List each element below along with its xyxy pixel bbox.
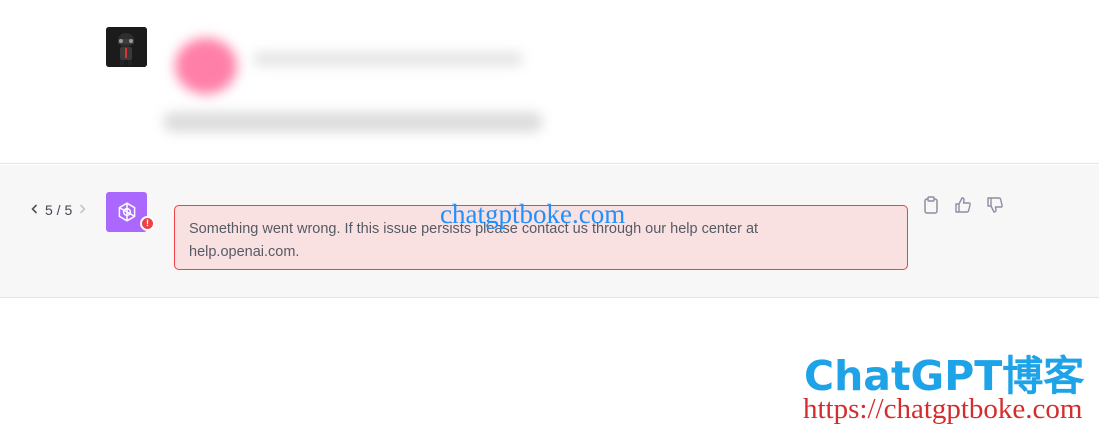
- blurred-user-message: [153, 24, 573, 149]
- blurred-text-line: [253, 52, 523, 66]
- pager-label: 5 / 5: [45, 202, 73, 218]
- clipboard-icon[interactable]: [921, 195, 941, 215]
- watermark-url: https://chatgptboke.com: [803, 393, 1083, 425]
- watermark-center: chatgptboke.com: [440, 199, 626, 229]
- blurred-image: [175, 38, 237, 94]
- error-message-line: help.openai.com.: [189, 244, 300, 260]
- blurred-text-line: [163, 112, 543, 132]
- user-message-turn: [0, 0, 1099, 164]
- openai-logo-icon: [118, 202, 135, 222]
- thumbs-down-icon[interactable]: [985, 195, 1005, 215]
- user-avatar: [106, 27, 147, 67]
- error-badge-icon: !: [140, 216, 155, 231]
- thumbs-up-icon[interactable]: [953, 195, 973, 215]
- chevron-right-icon[interactable]: [78, 203, 87, 218]
- chevron-left-icon[interactable]: [30, 203, 39, 218]
- response-pager: 5 / 5: [30, 202, 87, 218]
- message-actions: [921, 195, 1005, 215]
- assistant-message-turn: 5 / 5 ! Something went wrong. If this is…: [0, 165, 1099, 298]
